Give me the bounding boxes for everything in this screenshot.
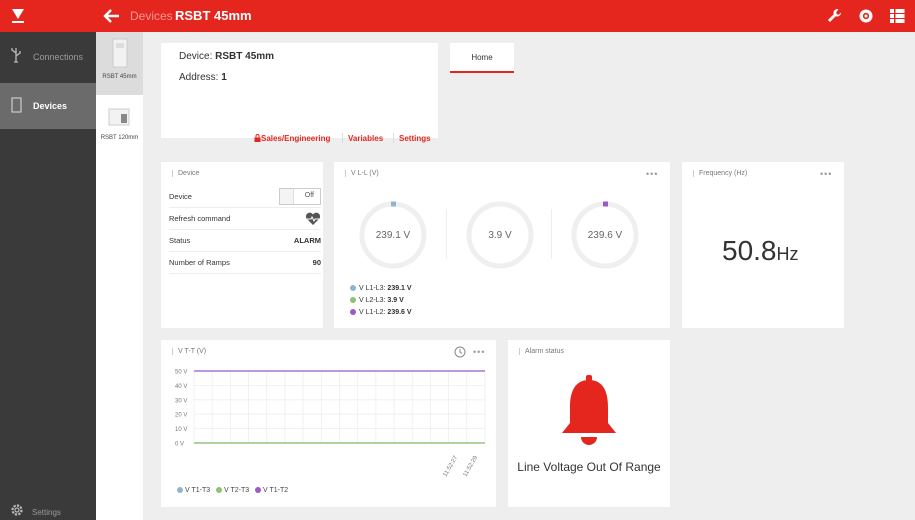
y-tick-label: 30 V — [175, 398, 187, 404]
more-options-icon[interactable]: ••• — [473, 347, 485, 357]
voltage-tt-card: V T-T (V) ••• 50 V 40 V 30 V 20 V 10 V 0 V 11:… — [161, 340, 496, 507]
sidebar: Connections Devices Settings — [0, 32, 96, 520]
sidebar-item-devices[interactable]: Devices — [0, 83, 96, 129]
card-title: V T-T (V) — [172, 348, 206, 355]
device-item-rsbt-120mm[interactable]: RSBT 120mm — [96, 98, 143, 161]
device-name: RSBT 45mm — [215, 51, 275, 62]
legend-dot-icon — [177, 487, 183, 493]
status-row: Status ALARM — [169, 230, 321, 252]
alarm-message: Line Voltage Out Of Range — [517, 460, 661, 474]
frequency-card: Frequency (Hz) ••• 50.8Hz — [682, 162, 844, 328]
device-item-label: RSBT 120mm — [100, 135, 139, 141]
ramps-value: 90 — [312, 258, 321, 267]
device-status-card: Device Device Off Refresh command Status… — [161, 162, 323, 328]
legend-dot-icon — [350, 285, 356, 291]
device-list: RSBT 45mm RSBT 120mm — [96, 32, 143, 520]
address-label: Address: — [179, 72, 219, 83]
sidebar-item-settings[interactable]: Settings — [0, 492, 96, 520]
y-tick-label: 50 V — [175, 370, 187, 376]
grid-list-icon[interactable] — [888, 7, 906, 25]
x-tick-label: 11:52:27 — [443, 455, 460, 478]
sidebar-item-label: Devices — [33, 101, 68, 111]
brand-logo-icon — [12, 9, 24, 23]
legend-dot-icon — [350, 309, 356, 315]
card-title: Frequency (Hz) — [693, 170, 747, 177]
device-label: Device: — [179, 51, 213, 62]
variables-link[interactable]: Variables — [348, 134, 383, 143]
row-key: Refresh command — [169, 214, 231, 223]
legend-item: V L2-L3: 3.9 V — [350, 297, 404, 304]
gear-icon — [11, 504, 23, 516]
settings-link[interactable]: Settings — [399, 134, 431, 143]
clock-icon[interactable] — [454, 346, 466, 358]
lock-icon — [254, 134, 261, 142]
more-options-icon[interactable]: ••• — [820, 169, 832, 179]
toggle-state: Off — [304, 192, 314, 199]
top-bar: Devices RSBT 45mm — [0, 0, 915, 32]
sales-engineering-link[interactable]: Sales/Engineering — [261, 134, 330, 143]
more-options-icon[interactable]: ••• — [646, 169, 658, 179]
line-chart: 50 V 40 V 30 V 20 V 10 V 0 V 11:52:27 11:52:29 — [175, 370, 486, 478]
chart-legend: V T1-T3 V T2-T3 V T1-T2 — [177, 487, 288, 494]
back-arrow-icon[interactable] — [103, 8, 121, 24]
row-key: Number of Ramps — [169, 258, 230, 267]
alarm-status-card: Alarm status Line Voltage Out Of Range — [508, 340, 670, 507]
device-toggle-row: Device Off — [169, 186, 321, 208]
device-info-card: Device: RSBT 45mm Address: 1 Sales/Engin… — [161, 43, 438, 143]
wrench-icon[interactable] — [825, 7, 843, 25]
voltage-ll-card: V L-L (V) ••• 239.1 V 3.9 V 239.6 V V L1… — [334, 162, 670, 328]
y-tick-label: 40 V — [175, 384, 187, 390]
row-key: Device — [169, 192, 192, 201]
legend-dot-icon — [350, 297, 356, 303]
device-toggle[interactable]: Off — [279, 188, 321, 205]
heartbeat-icon[interactable] — [305, 212, 321, 226]
x-tick-label: 11:52:29 — [463, 455, 480, 478]
legend-label: V T2-T3 — [224, 487, 250, 494]
y-tick-label: 20 V — [175, 413, 187, 419]
page-title: RSBT 45mm — [175, 8, 252, 23]
card-title: Device — [172, 170, 199, 177]
device-thumbnail-icon — [112, 38, 128, 68]
gauge-value: 239.1 V — [375, 230, 411, 241]
ramps-row: Number of Ramps 90 — [169, 252, 321, 274]
breadcrumb[interactable]: Devices — [130, 9, 173, 23]
eye-icon[interactable] — [857, 7, 875, 25]
address-value: 1 — [221, 72, 227, 83]
status-value: ALARM — [293, 236, 321, 245]
legend-dot-icon — [216, 487, 222, 493]
card-title: V L-L (V) — [345, 170, 379, 177]
bell-icon — [562, 375, 616, 445]
device-thumbnail-icon — [108, 108, 130, 126]
usb-icon — [11, 48, 21, 63]
card-title: Alarm status — [519, 348, 564, 355]
gauge-value: 3.9 V — [488, 230, 512, 241]
legend-item: V L1-L2: 239.6 V — [350, 309, 412, 316]
legend-label: V T1-T2 — [263, 487, 289, 494]
sidebar-item-label: Connections — [33, 52, 84, 62]
tab-home[interactable]: Home — [450, 43, 514, 73]
gauge-value: 239.6 V — [587, 230, 623, 241]
y-tick-label: 10 V — [175, 427, 187, 433]
legend-dot-icon — [255, 487, 261, 493]
sidebar-item-connections[interactable]: Connections — [0, 34, 96, 80]
legend-label: V T1-T3 — [185, 487, 211, 494]
row-key: Status — [169, 236, 191, 245]
device-icon — [11, 97, 22, 113]
sidebar-item-label: Settings — [32, 508, 61, 517]
device-item-label: RSBT 45mm — [102, 74, 137, 80]
refresh-command-row: Refresh command — [169, 208, 321, 230]
frequency-value: 50.8Hz — [722, 235, 799, 266]
device-item-rsbt-45mm[interactable]: RSBT 45mm — [96, 32, 143, 95]
legend-item: V L1-L3: 239.1 V — [350, 285, 412, 292]
y-tick-label: 0 V — [175, 442, 184, 448]
